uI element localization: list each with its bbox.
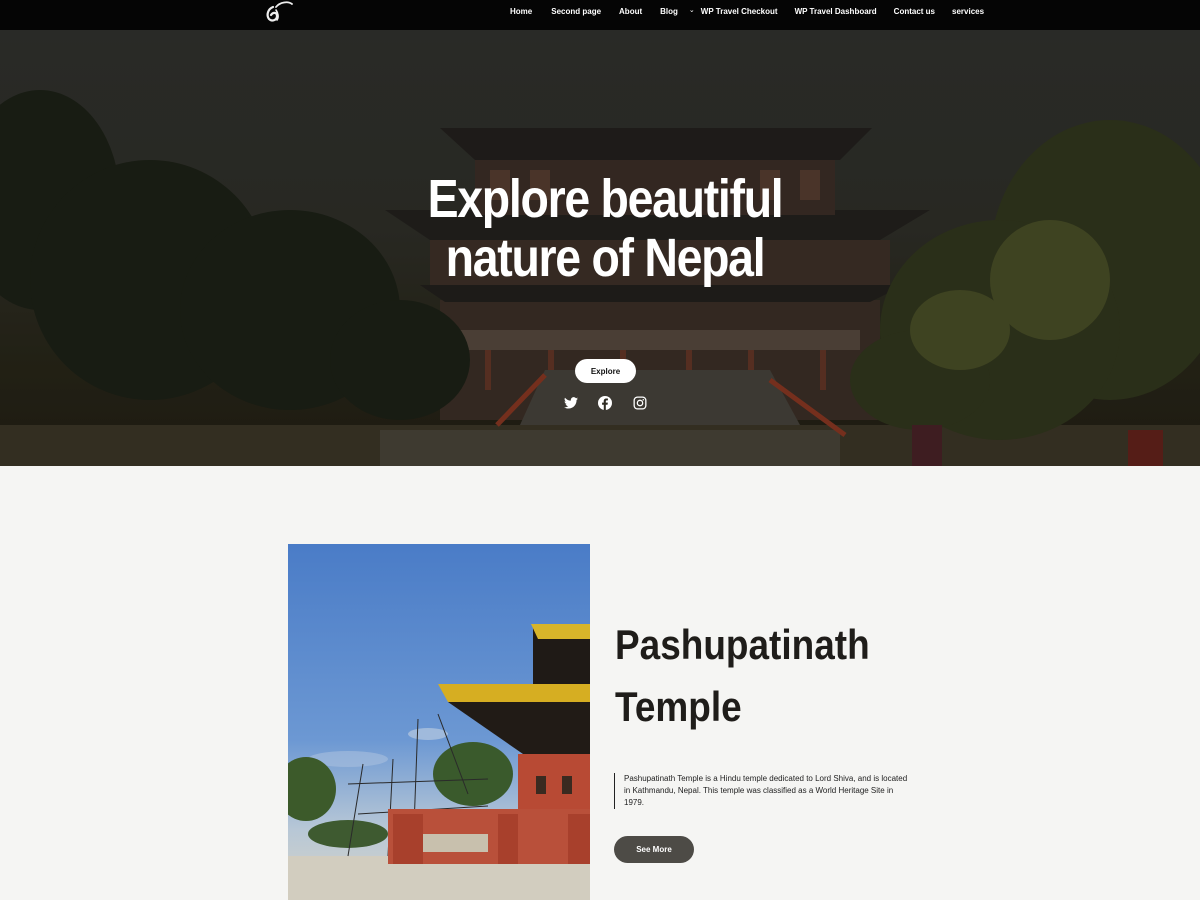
temple-photo: [288, 544, 590, 900]
hero-section: Explore beautiful nature of Nepal Explor…: [0, 30, 1200, 466]
nav-item-contact-us[interactable]: Contact us: [894, 7, 935, 16]
twitter-icon[interactable]: [564, 396, 578, 410]
logo-icon[interactable]: [262, 1, 296, 27]
chevron-down-icon[interactable]: ⌄: [689, 6, 695, 14]
hero-title-line2: nature of Nepal: [445, 228, 766, 288]
instagram-icon[interactable]: [633, 396, 647, 410]
nav-item-second-page[interactable]: Second page: [551, 7, 601, 16]
main-menu: Home Second page About Blog ⌄ WP Travel …: [510, 0, 984, 22]
explore-button[interactable]: Explore: [575, 359, 636, 383]
feature-description: Pashupatinath Temple is a Hindu temple d…: [614, 773, 914, 809]
top-navigation-bar: Home Second page About Blog ⌄ WP Travel …: [0, 0, 1200, 30]
nav-item-wp-travel-dashboard[interactable]: WP Travel Dashboard: [795, 7, 877, 16]
see-more-button[interactable]: See More: [614, 836, 694, 863]
feature-title: Pashupatinath Temple: [615, 614, 932, 738]
nav-item-blog[interactable]: Blog: [660, 7, 678, 16]
nav-item-home[interactable]: Home: [510, 7, 532, 16]
feature-title-line2: Temple: [615, 683, 742, 730]
hero-title-line1: Explore beautiful: [427, 169, 784, 229]
feature-title-line1: Pashupatinath: [615, 621, 870, 668]
nav-item-about[interactable]: About: [619, 7, 642, 16]
nav-item-wp-travel-checkout[interactable]: WP Travel Checkout: [701, 7, 778, 16]
nav-item-services[interactable]: services: [952, 7, 984, 16]
hero-title: Explore beautiful nature of Nepal: [343, 170, 868, 288]
facebook-icon[interactable]: [598, 396, 612, 410]
